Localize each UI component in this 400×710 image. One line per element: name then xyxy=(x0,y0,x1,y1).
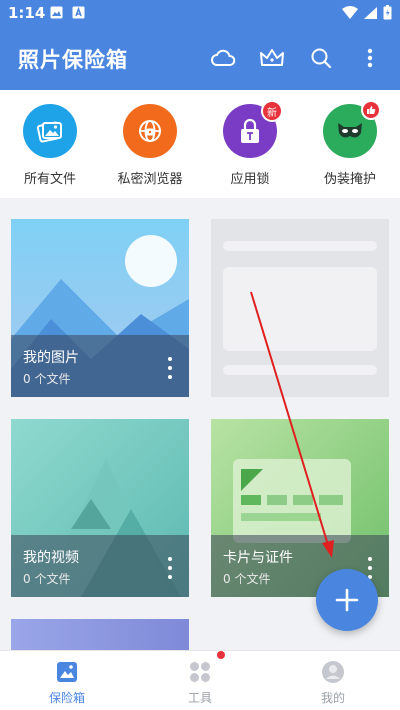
nav-label: 保险箱 xyxy=(48,691,85,705)
tools-icon xyxy=(187,651,225,685)
nav-label: 工具 xyxy=(187,691,212,705)
nav-label: 我的 xyxy=(320,691,345,705)
nav-vault[interactable]: 保险箱 xyxy=(17,659,117,706)
vault-icon xyxy=(54,659,80,685)
bottom-nav: 保险箱 工具 我的 xyxy=(0,650,400,710)
add-fab-button[interactable] xyxy=(316,569,378,631)
profile-icon xyxy=(320,659,346,685)
nav-me[interactable]: 我的 xyxy=(283,659,383,706)
nav-tools[interactable]: 工具 xyxy=(150,651,250,706)
plus-icon xyxy=(335,588,359,612)
notification-dot xyxy=(217,651,225,659)
